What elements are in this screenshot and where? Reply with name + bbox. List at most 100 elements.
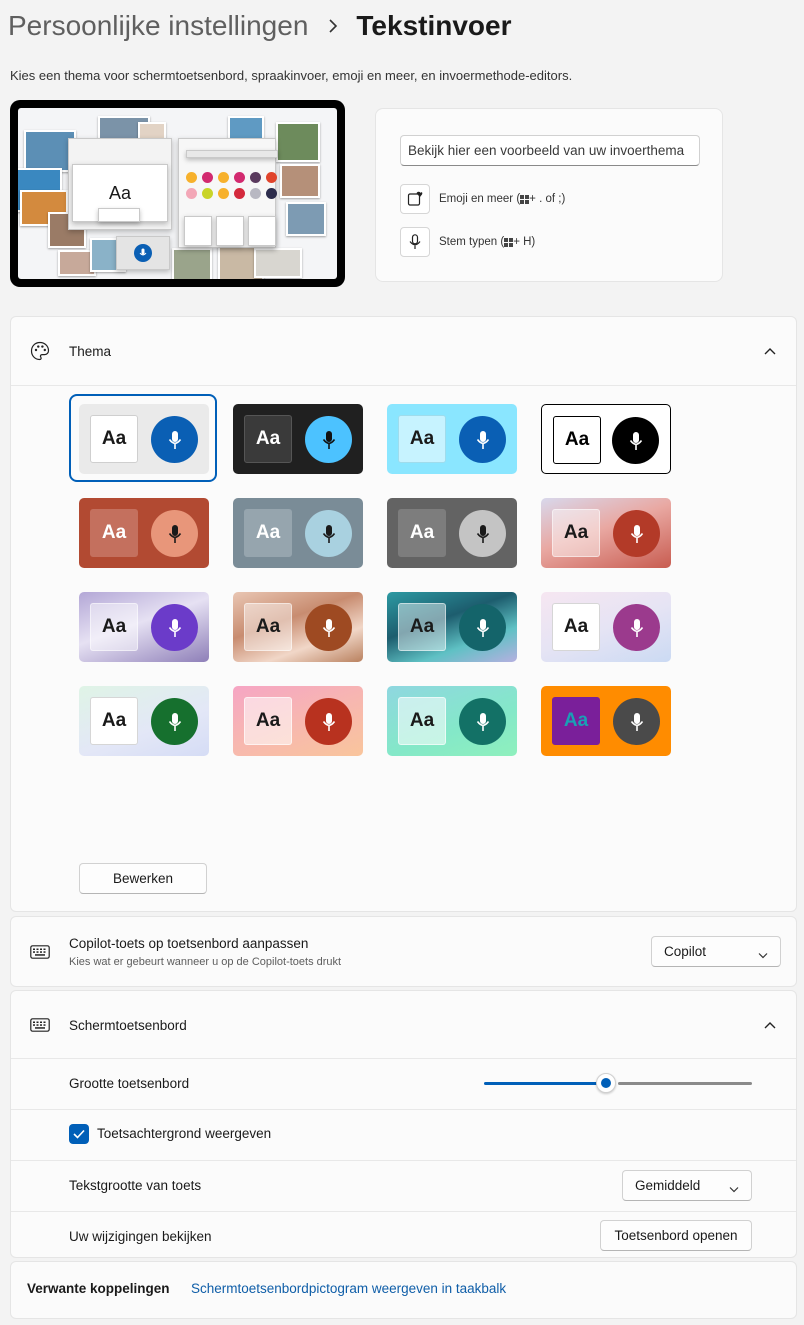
touch-keyboard-header[interactable]: Schermtoetsenbord <box>11 991 796 1059</box>
emoji-shortcut: + . of ;) <box>529 193 566 205</box>
theme-option-6[interactable]: Aa <box>233 498 363 568</box>
theme-text-sample: Aa <box>244 697 292 745</box>
theme-text-sample: Aa <box>552 509 600 557</box>
palette-icon <box>29 340 51 362</box>
theme-text-sample: Aa <box>398 603 446 651</box>
chevron-down-icon <box>729 1181 739 1196</box>
copilot-key-value: Copilot <box>664 944 707 959</box>
key-background-checkbox[interactable] <box>69 1124 89 1144</box>
emoji-label: Emoji en meer ( <box>439 193 521 205</box>
voice-typing-button[interactable] <box>400 227 430 257</box>
theme-option-9[interactable]: Aa <box>79 592 209 662</box>
slider-thumb[interactable] <box>596 1073 616 1093</box>
preview-input[interactable] <box>400 135 700 166</box>
theme-text-sample: Aa <box>90 603 138 651</box>
theme-option-10[interactable]: Aa <box>233 592 363 662</box>
theme-text-sample: Aa <box>553 416 601 464</box>
keyboard-icon <box>29 1014 51 1036</box>
divider <box>11 1109 796 1110</box>
preview-mic-icon <box>134 244 152 262</box>
copilot-key-dropdown[interactable]: Copilot <box>651 936 781 967</box>
microphone-icon <box>305 604 352 651</box>
divider <box>11 1058 796 1059</box>
divider <box>11 385 796 386</box>
microphone-icon <box>613 510 660 557</box>
chevron-up-icon[interactable] <box>762 343 778 359</box>
microphone-icon <box>151 416 198 463</box>
voice-shortcut: + H) <box>513 236 536 248</box>
preview-desktop-image: Aa <box>18 108 337 279</box>
key-text-size-label: Tekstgrootte van toets <box>69 1178 202 1193</box>
theme-option-11[interactable]: Aa <box>387 592 517 662</box>
chevron-right-icon <box>328 19 338 33</box>
theme-option-3[interactable]: Aa <box>387 404 517 474</box>
keyboard-size-slider[interactable] <box>484 1073 752 1099</box>
theme-text-sample: Aa <box>244 603 292 651</box>
microphone-icon <box>459 604 506 651</box>
microphone-icon <box>459 510 506 557</box>
theme-text-sample: Aa <box>244 415 292 463</box>
microphone-icon <box>305 510 352 557</box>
theme-option-5[interactable]: Aa <box>79 498 209 568</box>
windows-key-icon <box>504 237 514 247</box>
touch-keyboard-section: Schermtoetsenbord <box>10 990 797 1258</box>
theme-option-15[interactable]: Aa <box>387 686 517 756</box>
theme-text-sample: Aa <box>90 509 138 557</box>
windows-key-icon <box>520 194 530 204</box>
theme-text-sample: Aa <box>244 509 292 557</box>
microphone-icon <box>151 698 198 745</box>
review-changes-label: Uw wijzigingen bekijken <box>69 1229 212 1244</box>
slider-track-filled <box>484 1082 598 1085</box>
page-title: Tekstinvoer <box>356 10 512 41</box>
key-text-size-value: Gemiddeld <box>635 1178 701 1193</box>
theme-section-title: Thema <box>69 343 112 359</box>
microphone-icon <box>409 234 421 249</box>
theme-option-12[interactable]: Aa <box>541 592 671 662</box>
microphone-icon <box>613 698 660 745</box>
show-keyboard-icon-link[interactable]: Schermtoetsenbordpictogram weergeven in … <box>191 1281 506 1296</box>
microphone-icon <box>459 698 506 745</box>
theme-option-7[interactable]: Aa <box>387 498 517 568</box>
theme-text-sample: Aa <box>552 603 600 651</box>
theme-text-sample: Aa <box>398 509 446 557</box>
keyboard-icon <box>29 941 51 963</box>
theme-option-4[interactable]: Aa <box>541 404 671 474</box>
theme-text-sample: Aa <box>90 697 138 745</box>
edit-theme-button[interactable]: Bewerken <box>79 863 207 894</box>
breadcrumb-parent[interactable]: Persoonlijke instellingen <box>8 10 308 42</box>
chevron-up-icon[interactable] <box>762 1017 778 1033</box>
divider <box>11 1211 796 1212</box>
theme-option-8[interactable]: Aa <box>541 498 671 568</box>
copilot-key-description: Kies wat er gebeurt wanneer u op de Copi… <box>69 956 342 968</box>
theme-preview-panel: Emoji en meer ( + . of ;) Stem typen ( +… <box>375 108 723 282</box>
theme-option-16[interactable]: Aa <box>541 686 671 756</box>
microphone-icon <box>305 416 352 463</box>
divider <box>11 1160 796 1161</box>
theme-text-sample: Aa <box>398 697 446 745</box>
microphone-icon <box>459 416 506 463</box>
theme-option-1[interactable]: Aa <box>79 404 209 474</box>
emoji-row: Emoji en meer ( + . of ;) <box>400 184 565 214</box>
voice-label: Stem typen ( <box>439 236 505 248</box>
theme-option-14[interactable]: Aa <box>233 686 363 756</box>
chevron-down-icon <box>758 947 768 962</box>
microphone-icon <box>612 417 659 464</box>
touch-keyboard-title: Schermtoetsenbord <box>69 1017 187 1033</box>
emoji-button[interactable] <box>400 184 430 214</box>
voice-typing-row: Stem typen ( + H) <box>400 227 535 257</box>
key-background-label: Toetsachtergrond weergeven <box>97 1126 272 1141</box>
theme-option-13[interactable]: Aa <box>79 686 209 756</box>
theme-text-sample: Aa <box>552 697 600 745</box>
breadcrumb: Persoonlijke instellingen Tekstinvoer <box>8 8 512 44</box>
theme-option-2[interactable]: Aa <box>233 404 363 474</box>
key-text-size-dropdown[interactable]: Gemiddeld <box>622 1170 752 1201</box>
theme-preview-device: Aa <box>10 100 345 287</box>
page-description: Kies een thema voor schermtoetsenbord, s… <box>10 68 573 83</box>
emoji-heart-icon <box>407 191 423 206</box>
microphone-icon <box>151 510 198 557</box>
theme-section-header[interactable]: Thema <box>11 317 796 385</box>
open-keyboard-button[interactable]: Toetsenbord openen <box>600 1220 752 1251</box>
theme-text-sample: Aa <box>398 415 446 463</box>
slider-track-empty <box>618 1082 752 1085</box>
checkmark-icon <box>73 1129 85 1139</box>
